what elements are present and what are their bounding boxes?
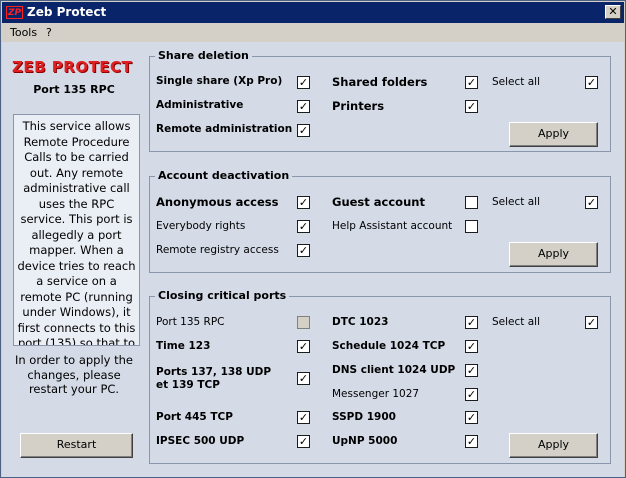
title-bar[interactable]: ZP Zeb Protect ✕ xyxy=(2,2,624,23)
ports-apply-button[interactable]: Apply xyxy=(509,433,598,458)
remote-registry-checkbox[interactable]: ✓ xyxy=(297,244,310,257)
dns-client-label: DNS client 1024 UDP xyxy=(332,364,456,376)
select-all-label: Select all xyxy=(492,316,540,328)
printers-label: Printers xyxy=(332,99,385,113)
administrative-label: Administrative xyxy=(156,99,244,111)
time-123-checkbox[interactable]: ✓ xyxy=(297,340,310,353)
port-445-checkbox[interactable]: ✓ xyxy=(297,411,310,424)
help-assistant-label: Help Assistant account xyxy=(332,220,453,232)
everybody-rights-label: Everybody rights xyxy=(156,220,246,232)
shared-folders-checkbox[interactable]: ✓ xyxy=(465,76,478,89)
ports-select-all-checkbox[interactable]: ✓ xyxy=(585,316,598,329)
share-select-all-checkbox[interactable]: ✓ xyxy=(585,76,598,89)
zeb-protect-logo: ZEB PROTECT xyxy=(12,58,133,76)
remote-administration-label: Remote administration xyxy=(156,123,293,135)
menu-tools[interactable]: Tools xyxy=(10,26,37,39)
sspd-1900-checkbox[interactable]: ✓ xyxy=(465,411,478,424)
schedule-1024-checkbox[interactable]: ✓ xyxy=(465,340,478,353)
administrative-checkbox[interactable]: ✓ xyxy=(297,100,310,113)
share-apply-button[interactable]: Apply xyxy=(509,122,598,147)
dtc-1023-checkbox[interactable]: ✓ xyxy=(465,316,478,329)
ipsec-500-checkbox[interactable]: ✓ xyxy=(297,435,310,448)
port-135-label: Port 135 RPC xyxy=(156,316,225,328)
messenger-1027-label: Messenger 1027 xyxy=(332,388,420,400)
share-deletion-legend: Share deletion xyxy=(155,49,252,63)
single-share-label: Single share (Xp Pro) xyxy=(156,75,283,87)
menu-bar: Tools ? xyxy=(2,23,624,42)
select-all-label: Select all xyxy=(492,76,540,88)
account-deactivation-group: Account deactivation Anonymous access ✓ … xyxy=(149,169,611,273)
service-description: This service allows Remote Procedure Cal… xyxy=(13,114,140,346)
account-select-all-checkbox[interactable]: ✓ xyxy=(585,196,598,209)
help-assistant-checkbox[interactable] xyxy=(465,220,478,233)
app-window: ZP Zeb Protect ✕ Tools ? ZEB PROTECT Por… xyxy=(0,0,626,478)
messenger-1027-checkbox[interactable]: ✓ xyxy=(465,388,478,401)
schedule-1024-label: Schedule 1024 TCP xyxy=(332,340,446,352)
app-logo-icon: ZP xyxy=(6,6,24,19)
upnp-5000-label: UpNP 5000 xyxy=(332,435,398,447)
closing-ports-group: Closing critical ports Port 135 RPC Time… xyxy=(149,289,611,464)
remote-registry-label: Remote registry access xyxy=(156,244,279,256)
main-panel: ZEB PROTECT Port 135 RPC This service al… xyxy=(2,42,624,477)
dtc-1023-label: DTC 1023 xyxy=(332,316,389,328)
remote-administration-checkbox[interactable]: ✓ xyxy=(297,124,310,137)
ipsec-500-label: IPSEC 500 UDP xyxy=(156,435,245,447)
anonymous-access-label: Anonymous access xyxy=(156,195,279,209)
restart-button[interactable]: Restart xyxy=(20,433,133,458)
window-title: Zeb Protect xyxy=(27,5,107,19)
select-all-label: Select all xyxy=(492,196,540,208)
ports-137-139-label: Ports 137, 138 UDP et 139 TCP xyxy=(156,366,272,391)
guest-account-checkbox[interactable] xyxy=(465,196,478,209)
menu-help[interactable]: ? xyxy=(46,26,52,39)
anonymous-access-checkbox[interactable]: ✓ xyxy=(297,196,310,209)
single-share-checkbox[interactable]: ✓ xyxy=(297,76,310,89)
account-deactivation-legend: Account deactivation xyxy=(155,169,293,183)
restart-note: In order to apply the changes, please re… xyxy=(14,353,134,396)
everybody-rights-checkbox[interactable]: ✓ xyxy=(297,220,310,233)
sspd-1900-label: SSPD 1900 xyxy=(332,411,396,423)
time-123-label: Time 123 xyxy=(156,340,211,352)
close-button[interactable]: ✕ xyxy=(605,5,621,19)
dns-client-checkbox[interactable]: ✓ xyxy=(465,364,478,377)
closing-ports-legend: Closing critical ports xyxy=(155,289,290,303)
service-title: Port 135 RPC xyxy=(33,83,115,96)
printers-checkbox[interactable]: ✓ xyxy=(465,100,478,113)
upnp-5000-checkbox[interactable]: ✓ xyxy=(465,435,478,448)
account-apply-button[interactable]: Apply xyxy=(509,242,598,267)
ports-137-139-checkbox[interactable]: ✓ xyxy=(297,372,310,385)
guest-account-label: Guest account xyxy=(332,195,425,209)
shared-folders-label: Shared folders xyxy=(332,75,428,89)
port-135-checkbox xyxy=(297,316,310,329)
port-445-label: Port 445 TCP xyxy=(156,411,233,423)
share-deletion-group: Share deletion Single share (Xp Pro) ✓ A… xyxy=(149,49,611,152)
